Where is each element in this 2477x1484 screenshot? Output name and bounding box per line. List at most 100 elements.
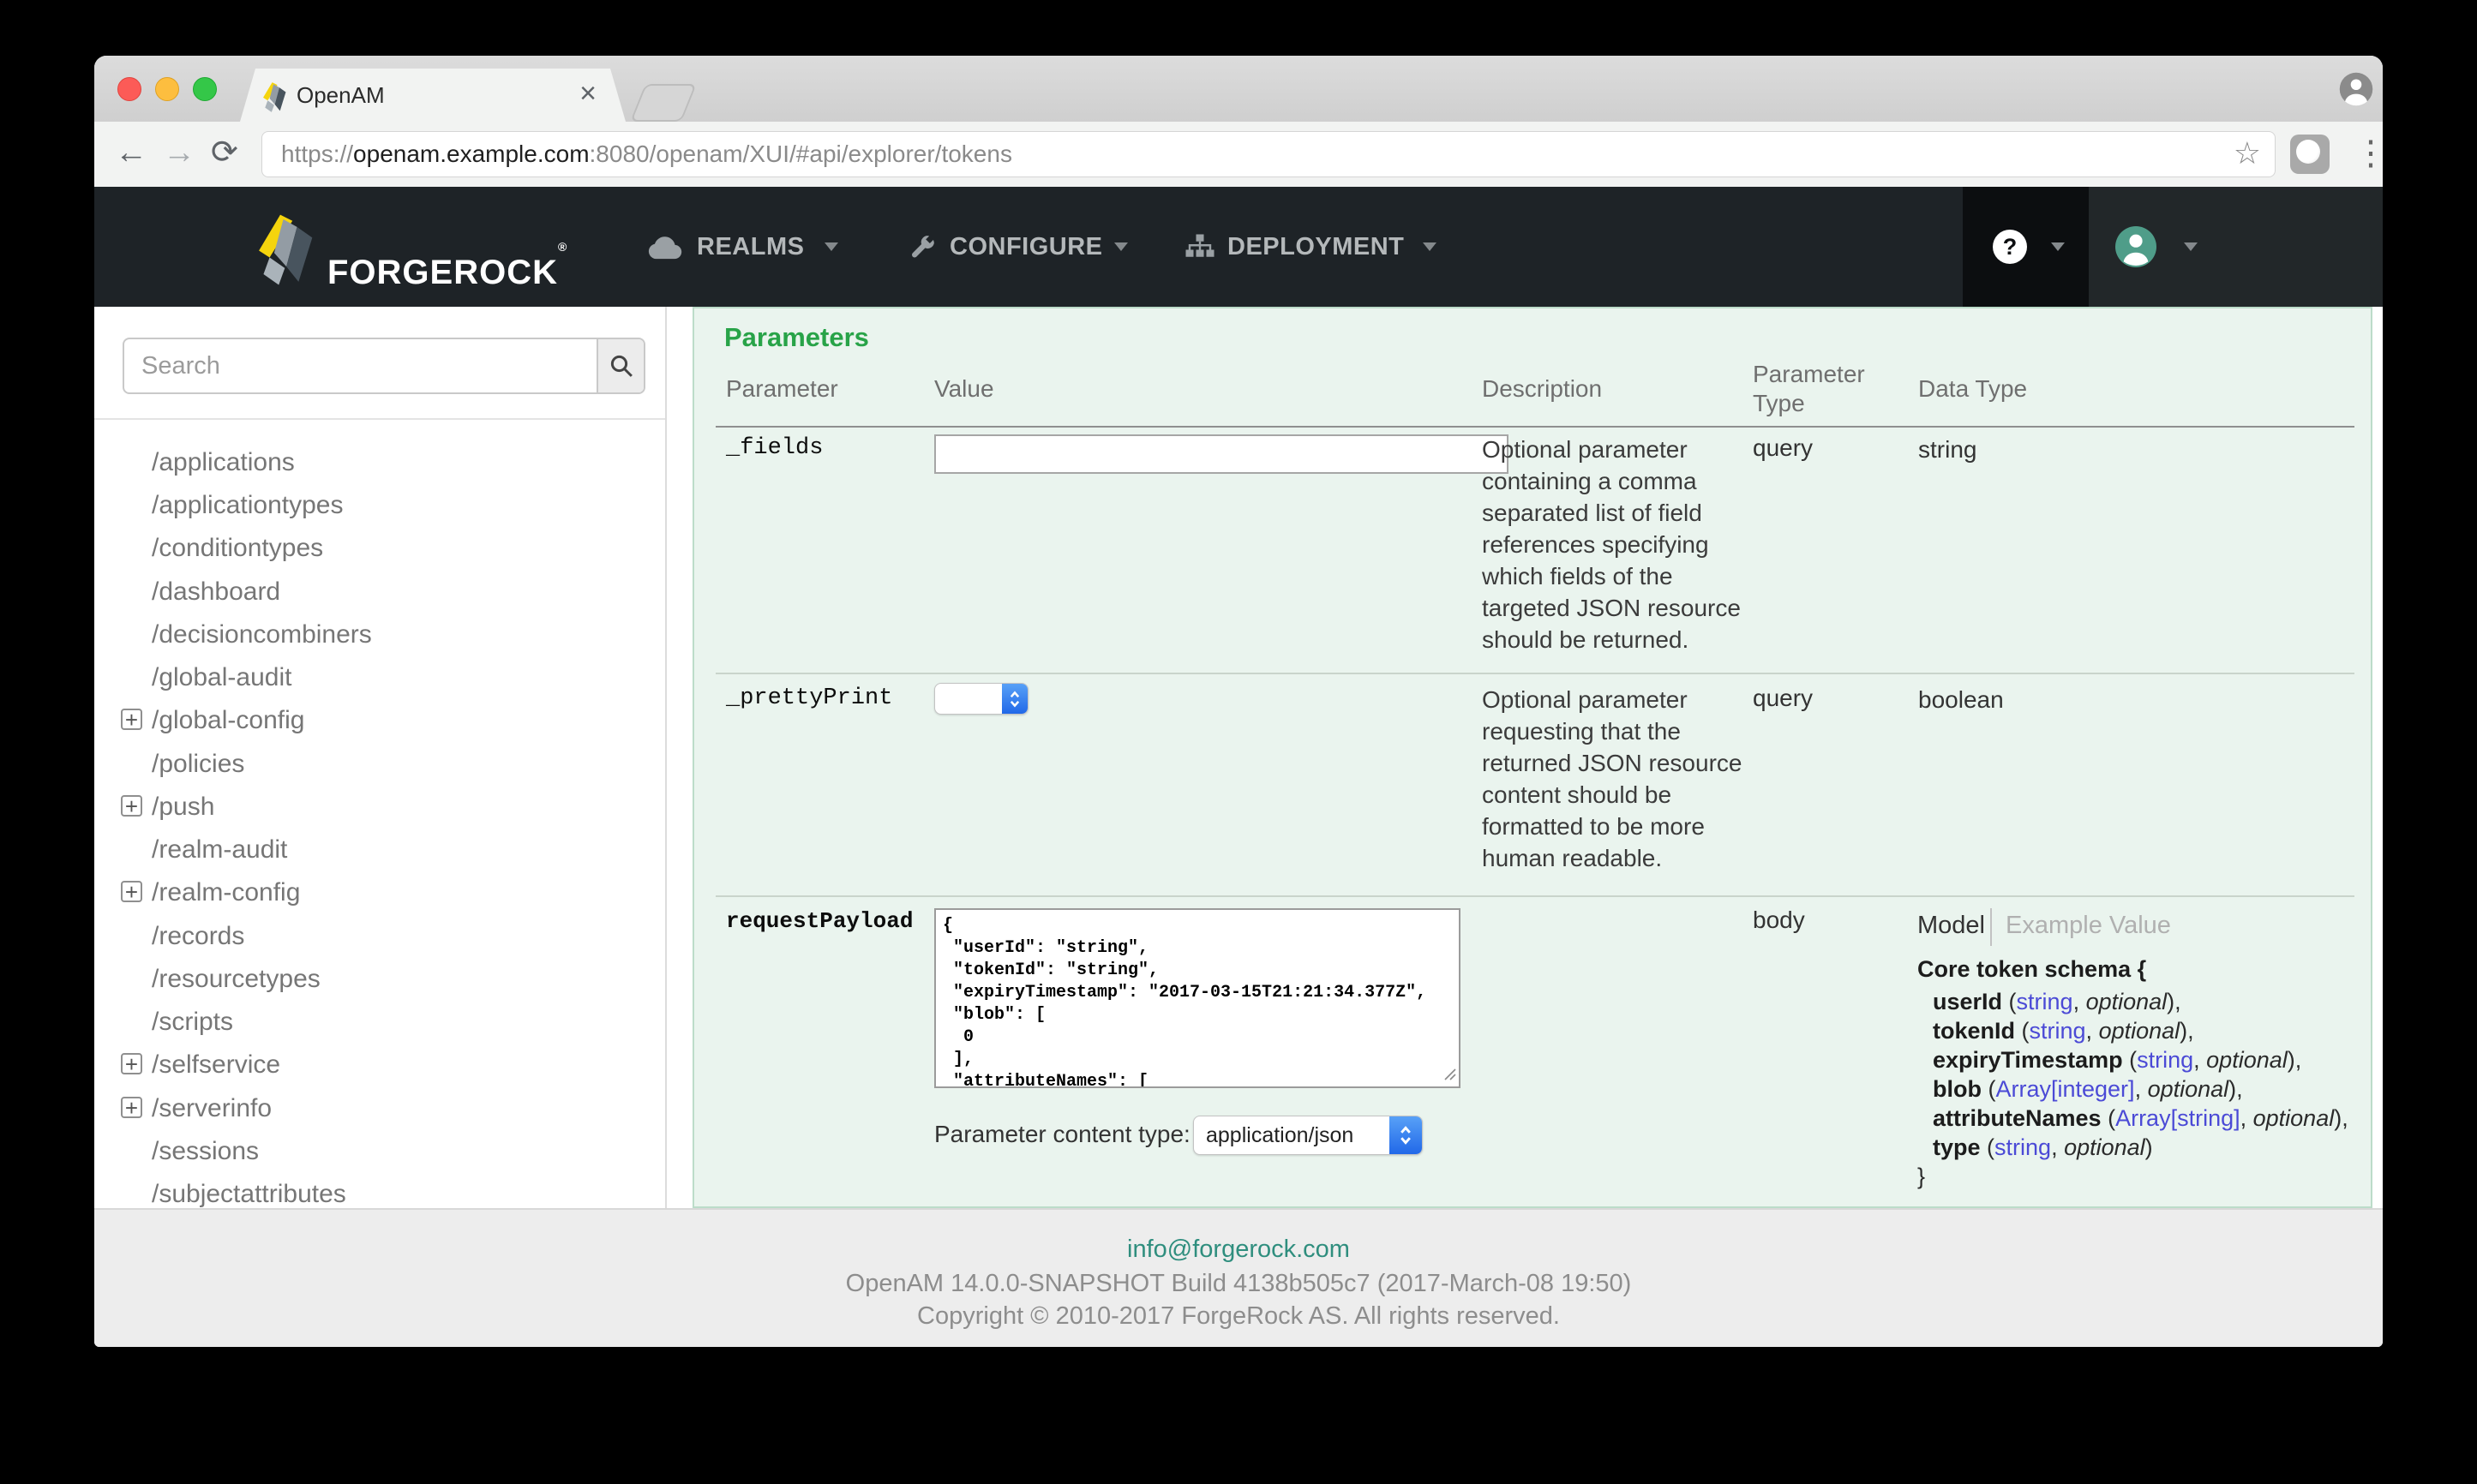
schema-prop-name: userId: [1933, 989, 2003, 1014]
schema-type-link[interactable]: string: [2030, 1018, 2086, 1044]
schema-punct: ,: [2240, 1105, 2253, 1131]
help-icon[interactable]: ?: [1993, 230, 2027, 264]
schema-optional: optional: [2098, 1018, 2180, 1044]
configure-wrench-icon: [912, 236, 934, 258]
prettyprint-select[interactable]: [934, 683, 1029, 715]
schema-punct: ),: [2287, 1047, 2302, 1073]
tab-title: OpenAM: [297, 82, 385, 108]
browser-toolbar: ← → ⟳ https://openam.example.com:8080/op…: [94, 122, 2383, 187]
brand-name[interactable]: FORGEROCK®: [327, 187, 567, 307]
sidebar-item-realm-audit[interactable]: /realm-audit: [152, 834, 287, 866]
minimize-window-button[interactable]: [155, 77, 179, 101]
sidebar-item-global-audit[interactable]: /global-audit: [152, 661, 291, 694]
sidebar-item-applications[interactable]: /applications: [152, 446, 295, 479]
browser-menu-icon[interactable]: ⋮: [2354, 122, 2383, 187]
expand-plus-icon[interactable]: +: [121, 1097, 142, 1119]
new-tab-button[interactable]: [630, 84, 697, 122]
expand-plus-icon[interactable]: +: [121, 709, 142, 731]
schema-title: Core token schema {: [1917, 956, 2147, 982]
schema-type-link[interactable]: string: [2017, 989, 2073, 1014]
schema-punct: ,: [2193, 1047, 2207, 1073]
schema-prop-expirytimestamp: expiryTimestamp (string, optional),: [1933, 1047, 2301, 1074]
row-divider: [716, 673, 2354, 674]
browser-extension-icon[interactable]: [2290, 135, 2330, 174]
sidebar-item-dashboard[interactable]: /dashboard: [152, 576, 280, 608]
sidebar-item-push[interactable]: + /push: [121, 791, 214, 823]
user-caret-icon: [2184, 242, 2198, 251]
sidebar-item-conditiontypes[interactable]: /conditiontypes: [152, 532, 323, 565]
sidebar-item-records[interactable]: /records: [152, 920, 244, 953]
sidebar-item-policies[interactable]: /policies: [152, 748, 244, 781]
content-type-select[interactable]: application/json: [1193, 1116, 1423, 1155]
expand-plus-icon[interactable]: +: [121, 881, 142, 903]
reload-icon[interactable]: ⟳: [211, 122, 238, 187]
nav-menu-configure[interactable]: CONFIGURE: [950, 187, 1103, 307]
user-avatar[interactable]: [2115, 226, 2156, 267]
tabs-separator: [1990, 908, 1992, 946]
sidebar-item-sessions[interactable]: /sessions: [152, 1135, 259, 1168]
nav-menu-deployment[interactable]: DEPLOYMENT: [1227, 187, 1404, 307]
search-input[interactable]: [124, 339, 587, 392]
description-line: formatted to be more: [1482, 813, 1705, 840]
url-text: https://openam.example.com:8080/openam/X…: [281, 132, 1012, 177]
schema-punct: ,: [2085, 1018, 2099, 1044]
sidebar-item-global-config[interactable]: + /global-config: [121, 704, 304, 737]
expand-plus-icon[interactable]: +: [121, 795, 142, 817]
schema-type-link[interactable]: string: [1994, 1134, 2051, 1160]
search-button[interactable]: [597, 339, 644, 392]
url-bar[interactable]: https://openam.example.com:8080/openam/X…: [261, 131, 2276, 177]
schema-type-link[interactable]: string: [2137, 1047, 2193, 1073]
schema-punct: ,: [2072, 989, 2086, 1014]
schema-punct: ),: [2180, 1018, 2194, 1044]
schema-optional: optional: [2085, 989, 2168, 1014]
footer-email-link[interactable]: info@forgerock.com: [94, 1236, 2383, 1264]
request-payload-textarea[interactable]: { "userId": "string", "tokenId": "string…: [934, 908, 1460, 1088]
sidebar-item-label: /sessions: [152, 1137, 260, 1165]
sidebar-item-decisioncombiners[interactable]: /decisioncombiners: [152, 619, 372, 651]
sidebar-item-label: /realm-audit: [152, 835, 288, 864]
description-line: containing a comma: [1482, 468, 1697, 494]
schema-type-link[interactable]: Array[integer]: [1995, 1076, 2134, 1102]
description-line: should be returned.: [1482, 626, 1689, 653]
description-line: Optional parameter: [1482, 436, 1688, 463]
schema-prop-name: expiryTimestamp: [1933, 1047, 2123, 1073]
select-stepper-icon: [1002, 684, 1028, 714]
expand-plus-icon[interactable]: +: [121, 1053, 142, 1075]
select-stepper-icon: [1389, 1116, 1422, 1154]
close-window-button[interactable]: [117, 77, 141, 101]
sidebar-item-resourcetypes[interactable]: /resourcetypes: [152, 963, 321, 996]
schema-type-link[interactable]: Array[string]: [2115, 1105, 2240, 1131]
forward-icon[interactable]: →: [163, 122, 195, 187]
sidebar-item-applicationtypes[interactable]: /applicationtypes: [152, 489, 343, 522]
description-line: requesting that the: [1482, 718, 1681, 745]
parameters-panel: Parameters Parameter Value Description P…: [693, 307, 2372, 1208]
prettyprint-param-type: query: [1753, 685, 1814, 711]
schema-punct: ,: [2134, 1076, 2148, 1102]
back-icon[interactable]: ←: [115, 122, 147, 187]
deployment-caret-icon: [1423, 242, 1436, 251]
sidebar-item-realm-config[interactable]: + /realm-config: [121, 877, 300, 909]
sidebar-item-selfservice[interactable]: + /selfservice: [121, 1049, 280, 1081]
schema-prop-name: type: [1933, 1134, 1981, 1160]
schema-prop-blob: blob (Array[integer], optional),: [1933, 1076, 2243, 1103]
footer-build-info: OpenAM 14.0.0-SNAPSHOT Build 4138b505c7 …: [845, 1270, 1632, 1297]
schema-punct: (: [1981, 1076, 1996, 1102]
content-type-label: Parameter content type:: [934, 1121, 1191, 1147]
fields-value-input[interactable]: [934, 434, 1508, 474]
tab-close-icon[interactable]: ×: [579, 69, 597, 122]
realms-cloud-icon: [648, 236, 682, 260]
forgerock-favicon-icon: [261, 80, 290, 112]
description-line: content should be: [1482, 781, 1672, 808]
tab-model[interactable]: Model: [1917, 912, 1985, 940]
sidebar-item-subjectattributes[interactable]: /subjectattributes: [152, 1178, 346, 1211]
tab-example-value[interactable]: Example Value: [2006, 912, 2171, 940]
bookmark-star-icon[interactable]: ☆: [2234, 132, 2261, 177]
textarea-resize-handle[interactable]: [1442, 1066, 1457, 1081]
sidebar-item-serverinfo[interactable]: + /serverinfo: [121, 1092, 272, 1125]
zoom-window-button[interactable]: [193, 77, 217, 101]
browser-profile-icon[interactable]: [2338, 71, 2374, 107]
browser-tab[interactable]: OpenAM ×: [240, 69, 626, 122]
parameters-title: Parameters: [724, 322, 869, 352]
sidebar-item-scripts[interactable]: /scripts: [152, 1006, 233, 1038]
nav-menu-realms[interactable]: REALMS: [697, 187, 804, 307]
